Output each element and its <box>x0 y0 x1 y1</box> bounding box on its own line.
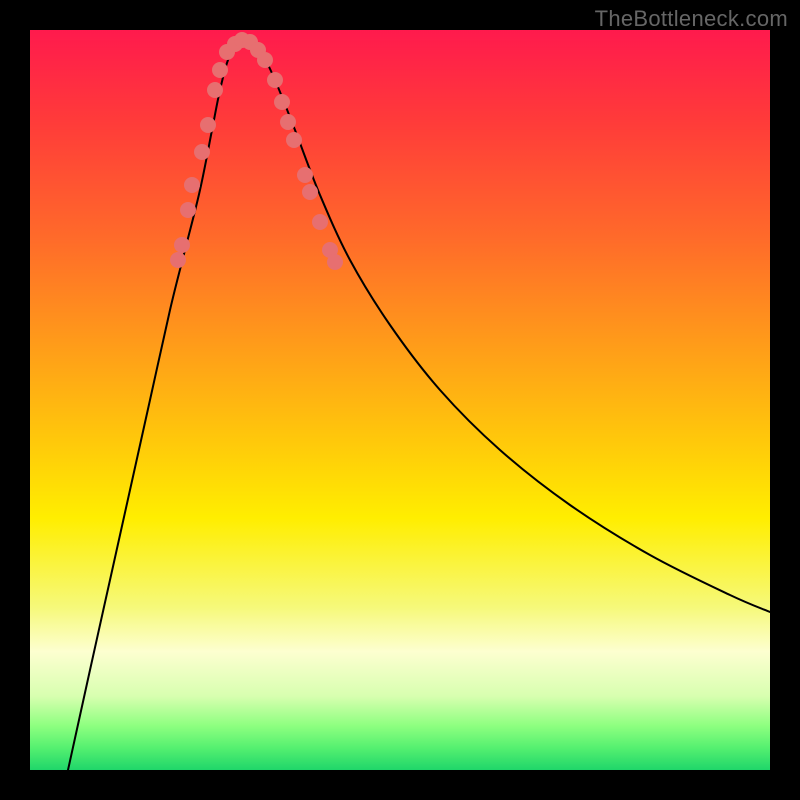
scatter-dot <box>267 72 283 88</box>
scatter-dot <box>274 94 290 110</box>
scatter-dot <box>327 254 343 270</box>
scatter-dot <box>297 167 313 183</box>
scatter-dot <box>257 52 273 68</box>
scatter-dot <box>212 62 228 78</box>
curve-svg <box>30 30 770 770</box>
scatter-dot <box>184 177 200 193</box>
scatter-dot <box>200 117 216 133</box>
scatter-dot <box>312 214 328 230</box>
scatter-dot <box>280 114 296 130</box>
scatter-dot <box>180 202 196 218</box>
scatter-dot <box>302 184 318 200</box>
bottleneck-curve <box>68 39 770 770</box>
scatter-dot <box>207 82 223 98</box>
scatter-dot <box>286 132 302 148</box>
scatter-dot <box>170 252 186 268</box>
plot-area <box>30 30 770 770</box>
scatter-dots <box>170 32 343 270</box>
scatter-dot <box>194 144 210 160</box>
scatter-dot <box>174 237 190 253</box>
chart-frame: TheBottleneck.com <box>0 0 800 800</box>
watermark-text: TheBottleneck.com <box>595 6 788 32</box>
